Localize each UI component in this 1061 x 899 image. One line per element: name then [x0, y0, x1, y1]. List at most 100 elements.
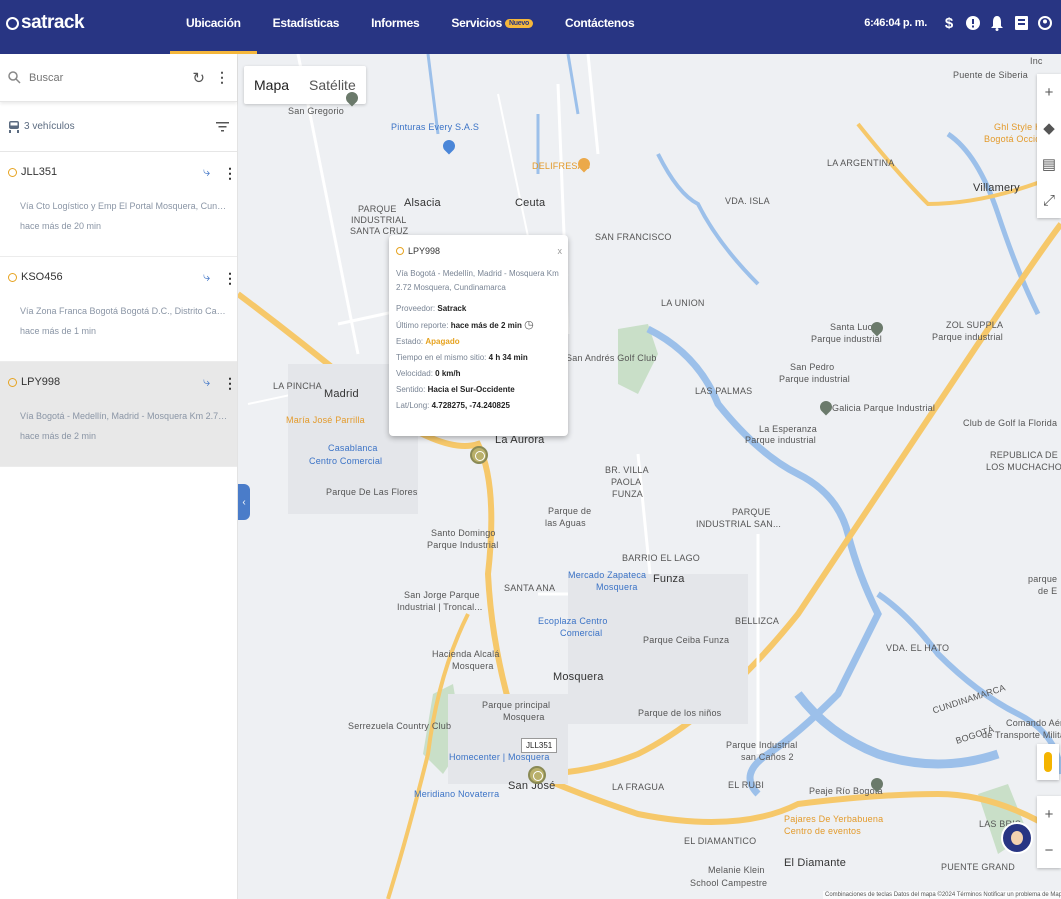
map-label: PAOLA [611, 477, 642, 487]
vehicle-item-lpy998[interactable]: LPY998 ⤷ ⋮ Vía Bogotá - Medellín, Madrid … [0, 362, 237, 467]
search-input[interactable] [29, 71, 193, 84]
assistant-avatar[interactable] [1001, 822, 1033, 854]
vehicle-item-kso456[interactable]: KSO456 ⤷ ⋮ Vía Zona Franca Bogotá Bogotá … [0, 257, 237, 362]
refresh-icon[interactable]: ↻ [192, 69, 205, 87]
power-icon [8, 377, 17, 387]
map-label: Club de Golf la Florida [963, 418, 1058, 428]
vehicle-plate: JLL351 [21, 166, 58, 178]
report-value: hace más de 2 min [450, 321, 522, 330]
vehicle-tag: JLL351 [521, 738, 558, 753]
zoom-controls: + − [1037, 796, 1061, 868]
vehicle-marker-lpy998[interactable] [470, 446, 488, 464]
map-label: LA UNION [661, 298, 705, 308]
popup-address: Vía Bogotá - Medellín, Madrid - Mosquera… [396, 269, 559, 292]
map-label: Puente de Siberia [953, 70, 1028, 80]
map-label: REPUBLICA DE [990, 450, 1058, 460]
map-label: San Gregorio [288, 106, 344, 116]
vehicle-sidebar: ↻ ⋮ 3 vehículos JLL351 ⤷ ⋮ Vía Cto Logíst… [0, 54, 238, 899]
top-right-tools: 6:46:04 p. m. $ [864, 14, 1061, 32]
collapse-sidebar-button[interactable]: ‹ [238, 484, 250, 520]
time-value: 4 h 34 min [488, 353, 528, 362]
layers-icon[interactable]: ◆ [1037, 110, 1061, 146]
vehicle-plate: KSO456 [21, 271, 63, 283]
map-label: PARQUE [732, 507, 771, 517]
route-icon[interactable]: ⤷ [203, 164, 217, 182]
user-icon[interactable] [1037, 14, 1053, 32]
map-label: LOS MUCHACHOS [986, 462, 1061, 472]
satrack-logo[interactable]: satrack [6, 12, 85, 34]
zoom-in-icon[interactable]: + [1037, 796, 1061, 832]
map-type-map[interactable]: Mapa [244, 66, 299, 104]
dollar-icon[interactable]: $ [941, 14, 957, 32]
power-icon [396, 247, 404, 255]
map-label: Villamery [973, 182, 1020, 194]
nav-informes-label: Informes [371, 16, 420, 30]
provider-label: Proveedor: [396, 304, 436, 313]
more-options-icon[interactable]: ⋮ [215, 69, 229, 86]
map-label: PUENTE GRAND [941, 862, 1015, 872]
new-badge: Nuevo [505, 19, 533, 29]
clock-icon: ◷ [524, 319, 534, 331]
route-icon[interactable]: ⤷ [203, 374, 217, 392]
clock: 6:46:04 p. m. [864, 17, 927, 29]
zoom-out-icon[interactable]: − [1037, 832, 1061, 868]
vehicle-time: hace más de 2 min [20, 431, 97, 441]
map-label: Hacienda Alcalá [432, 649, 500, 659]
map-base [238, 54, 1061, 899]
nav-servicios-label: Servicios [451, 16, 503, 30]
route-icon[interactable]: ⤷ [203, 269, 217, 287]
map-label: María José Parrilla [286, 415, 365, 425]
alert-icon[interactable] [965, 14, 981, 32]
map-label: INDUSTRIAL [351, 215, 407, 225]
zoom-in-top-icon[interactable]: + [1037, 74, 1061, 110]
nav-servicios[interactable]: Servicios Nuevo [435, 0, 549, 54]
map-label: Parque De Las Flores [326, 487, 418, 497]
vehicle-marker-jll351[interactable] [528, 766, 546, 784]
map-label: FUNZA [612, 489, 643, 499]
map-label: Parque de [548, 506, 592, 516]
map-label: LAS PALMAS [695, 386, 753, 396]
map-label: Mosquera [452, 661, 494, 671]
street-view-pegman-icon[interactable] [1037, 744, 1059, 780]
map-label: ZOL SUPPLA [946, 320, 1004, 330]
report-label: Último reporte: [396, 321, 449, 330]
nav-ubicacion[interactable]: Ubicación [170, 0, 257, 54]
map-label: BELLIZCA [735, 616, 780, 626]
provider-value: Satrack [437, 304, 467, 313]
vehicle-menu-icon[interactable]: ⋮ [223, 270, 237, 287]
nav-ubicacion-label: Ubicación [186, 16, 241, 30]
close-icon[interactable]: x [558, 243, 563, 259]
map-label: parque [1028, 574, 1058, 584]
nav-contactenos[interactable]: Contáctenos [549, 0, 650, 54]
vehicle-menu-icon[interactable]: ⋮ [223, 165, 237, 182]
vehicle-menu-icon[interactable]: ⋮ [223, 375, 237, 392]
vehicle-count: 3 vehículos [24, 121, 75, 132]
map-label: La Esperanza [759, 424, 817, 434]
map-label: Alsacia [404, 197, 441, 209]
map-label: Ecoplaza Centro [538, 616, 608, 626]
map-label: VDA. ISLA [725, 196, 770, 206]
vehicle-count-row: 3 vehículos [0, 102, 237, 152]
search-icon [8, 71, 21, 84]
filter-icon[interactable] [216, 121, 229, 132]
fullscreen-icon[interactable]: ⤢ [1037, 182, 1061, 218]
time-label: Tiempo en el mismo sitio: [396, 353, 487, 362]
power-icon [8, 167, 17, 177]
nav-informes[interactable]: Informes [355, 0, 435, 54]
map-label: EL DIAMANTICO [684, 836, 757, 846]
map-label: Mosquera [553, 671, 604, 683]
nav-estadisticas[interactable]: Estadísticas [257, 0, 355, 54]
ruler-icon[interactable]: ▤ [1037, 146, 1061, 182]
vehicle-address: Vía Zona Franca Bogotá Bogotá D.C., Dist… [20, 306, 229, 316]
popup-provider: Proveedor: Satrack [396, 301, 561, 317]
map-label: Santo Domingo [431, 528, 496, 538]
state-value: Apagado [425, 337, 460, 346]
state-label: Estado: [396, 337, 424, 346]
map-footer: Combinaciones de teclas Datos del mapa ©… [823, 891, 1061, 899]
vehicle-address: Vía Cto Logístico y Emp El Portal Mosque… [20, 201, 229, 211]
book-icon[interactable] [1013, 14, 1029, 32]
vehicle-item-jll351[interactable]: JLL351 ⤷ ⋮ Vía Cto Logístico y Emp El Por… [0, 152, 237, 257]
popup-direction: Sentido: Hacia el Sur-Occidente [396, 382, 561, 398]
map-view[interactable]: Mapa Satélite San Gregorio Pinturas Ever… [238, 54, 1061, 899]
bell-icon[interactable] [989, 14, 1005, 32]
